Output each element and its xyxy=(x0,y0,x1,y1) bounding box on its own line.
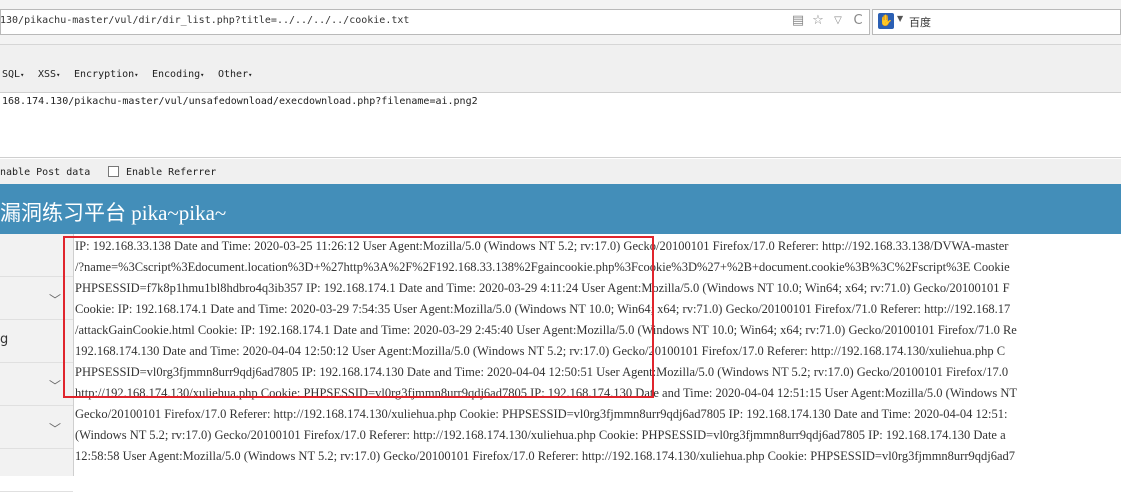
chevron-down-icon: ﹀ xyxy=(48,379,61,393)
chevron-down-icon: ﹀ xyxy=(48,422,61,436)
chevron-down-icon: ▾ xyxy=(200,71,205,79)
sidebar-item[interactable]: ﹀ xyxy=(0,406,73,449)
enable-referrer-label[interactable]: Enable Referrer xyxy=(126,167,216,178)
chevron-down-icon: ▾ xyxy=(20,71,25,79)
dropdown-arrow-icon[interactable]: ▽ xyxy=(830,13,846,29)
highlight-box xyxy=(63,236,654,398)
chevron-down-icon: ﹀ xyxy=(48,293,61,307)
content-line: 12:58:58 User Agent:Mozilla/5.0 (Windows… xyxy=(75,449,1016,463)
bookmark-star-icon[interactable]: ☆ xyxy=(810,13,826,29)
chevron-down-icon: ▾ xyxy=(134,71,139,79)
enable-post-checkbox-label[interactable]: nable Post data xyxy=(0,167,90,178)
menu-other[interactable]: Other▾ xyxy=(218,69,252,80)
chevron-down-icon[interactable]: ▼ xyxy=(897,14,903,23)
menu-xss-label: XSS xyxy=(38,69,57,80)
menu-sql-label: SQL xyxy=(2,69,21,80)
chevron-down-icon: ▾ xyxy=(56,71,61,79)
menu-sql[interactable]: SQL▾ xyxy=(2,69,24,80)
menu-encryption[interactable]: Encryption▾ xyxy=(74,69,138,80)
sidebar-item[interactable] xyxy=(0,449,73,492)
page-icon[interactable]: ▤ xyxy=(790,13,806,29)
enable-referrer-checkbox[interactable] xyxy=(108,166,119,177)
menu-xss[interactable]: XSS▾ xyxy=(38,69,60,80)
sidebar-item-label: g xyxy=(0,332,9,347)
chevron-down-icon: ▾ xyxy=(248,71,253,79)
site-title[interactable]: 漏洞练习平台 pika~pika~ xyxy=(0,197,226,227)
menu-encoding[interactable]: Encoding▾ xyxy=(152,69,204,80)
content-line: Gecko/20100101 Firefox/17.0 Referer: htt… xyxy=(75,407,1008,421)
content-line: (Windows NT 5.2; rv:17.0) Gecko/20100101… xyxy=(75,428,1006,442)
hackbar-url-text: 168.174.130/pikachu-master/vul/unsafedow… xyxy=(2,96,478,107)
search-engine-icon[interactable]: ✋ xyxy=(878,13,894,29)
menu-encryption-label: Encryption xyxy=(74,69,135,80)
url-text: 130/pikachu-master/vul/dir/dir_list.php?… xyxy=(0,15,410,26)
menu-other-label: Other xyxy=(218,69,249,80)
search-engine-label: 百度 xyxy=(909,16,931,29)
reload-icon[interactable]: C xyxy=(850,13,866,29)
menu-encoding-label: Encoding xyxy=(152,69,201,80)
